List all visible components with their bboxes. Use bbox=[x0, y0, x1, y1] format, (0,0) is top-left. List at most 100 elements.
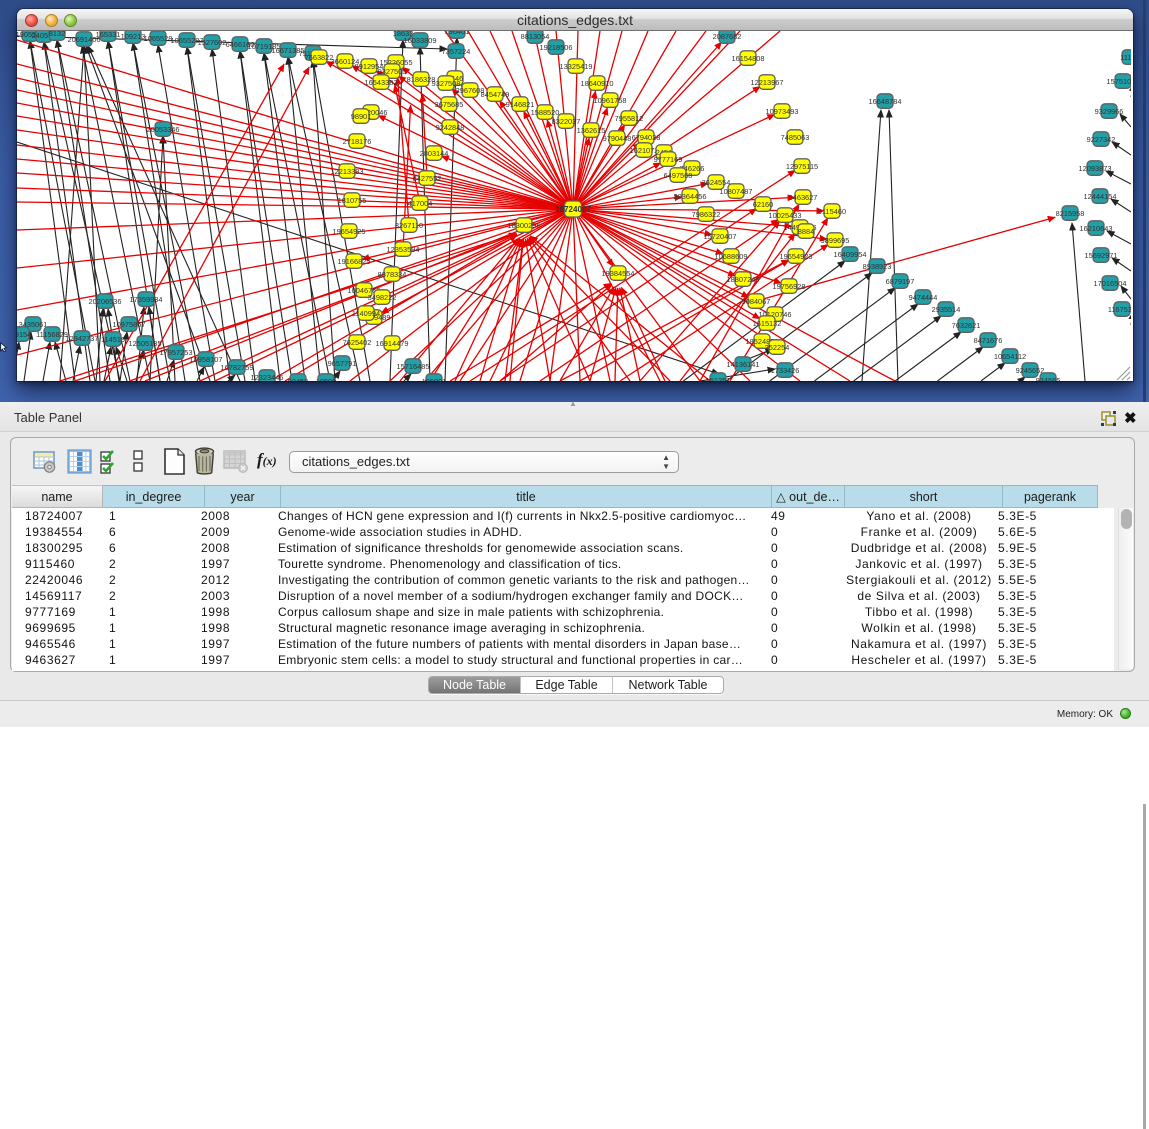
svg-text:10590: 10590 bbox=[316, 377, 337, 381]
svg-text:7357224: 7357224 bbox=[442, 47, 471, 56]
svg-text:7625402: 7625402 bbox=[343, 338, 372, 347]
svg-text:92450: 92450 bbox=[288, 377, 309, 381]
svg-text:10807487: 10807487 bbox=[720, 187, 753, 196]
svg-text:17016504: 17016504 bbox=[1094, 279, 1127, 288]
svg-text:16543382: 16543382 bbox=[365, 78, 398, 87]
svg-text:1615132: 1615132 bbox=[753, 319, 782, 328]
svg-text:3675685: 3675685 bbox=[435, 100, 464, 109]
svg-text:165331: 165331 bbox=[96, 31, 121, 39]
svg-text:12213967: 12213967 bbox=[751, 78, 784, 87]
svg-text:15720407: 15720407 bbox=[704, 232, 737, 241]
svg-text:16914479: 16914479 bbox=[376, 339, 409, 348]
svg-text:8427552: 8427552 bbox=[413, 174, 442, 183]
svg-text:9777169: 9777169 bbox=[654, 155, 683, 164]
svg-text:252254: 252254 bbox=[765, 343, 790, 352]
svg-text:10654112: 10654112 bbox=[994, 352, 1026, 361]
svg-text:8884: 8884 bbox=[798, 227, 814, 236]
svg-text:8878334: 8878334 bbox=[378, 270, 407, 279]
svg-text:2803144: 2803144 bbox=[420, 149, 449, 158]
svg-text:6794028: 6794028 bbox=[632, 133, 661, 142]
svg-text:12975115: 12975115 bbox=[786, 162, 818, 171]
svg-text:10688609: 10688609 bbox=[715, 252, 748, 261]
svg-text:12942737: 12942737 bbox=[66, 334, 99, 343]
svg-text:9242848: 9242848 bbox=[436, 123, 465, 132]
svg-text:924565: 924565 bbox=[1036, 376, 1061, 381]
svg-text:12505135: 12505135 bbox=[129, 339, 162, 348]
svg-text:8132: 8132 bbox=[49, 31, 65, 38]
svg-text:9115460: 9115460 bbox=[818, 207, 846, 216]
svg-text:18724007: 18724007 bbox=[555, 205, 591, 214]
svg-text:6879197: 6879197 bbox=[886, 277, 915, 286]
svg-text:9227342: 9227342 bbox=[1087, 135, 1116, 144]
svg-text:7632621: 7632621 bbox=[952, 321, 981, 330]
svg-text:9899695: 9899695 bbox=[821, 236, 850, 245]
svg-text:16648784: 16648784 bbox=[869, 97, 902, 106]
svg-text:7955812: 7955812 bbox=[615, 114, 644, 123]
svg-text:9474444: 9474444 bbox=[909, 293, 938, 302]
svg-text:16409954: 16409954 bbox=[834, 250, 867, 259]
svg-text:9657791: 9657791 bbox=[328, 359, 357, 368]
svg-text:11175: 11175 bbox=[1120, 53, 1131, 62]
svg-text:1733426: 1733426 bbox=[771, 366, 800, 375]
svg-text:15716485: 15716485 bbox=[397, 362, 430, 371]
svg-text:18640910: 18640910 bbox=[581, 79, 614, 88]
svg-text:151251: 151251 bbox=[706, 376, 731, 381]
svg-text:13325419: 13325419 bbox=[560, 62, 593, 71]
svg-text:10025433: 10025433 bbox=[769, 211, 802, 220]
svg-text:12323446: 12323446 bbox=[251, 373, 284, 381]
svg-text:16782759: 16782759 bbox=[221, 363, 254, 372]
svg-text:10973493: 10973493 bbox=[766, 107, 799, 116]
svg-text:7485063: 7485063 bbox=[781, 133, 810, 142]
svg-text:19384554: 19384554 bbox=[602, 269, 635, 278]
svg-text:114519: 114519 bbox=[101, 335, 125, 344]
svg-text:3498222: 3498222 bbox=[368, 293, 397, 302]
svg-text:17359934: 17359934 bbox=[130, 295, 163, 304]
svg-text:1140994: 1140994 bbox=[352, 309, 380, 318]
svg-text:19654923: 19654923 bbox=[780, 252, 813, 261]
svg-text:16210643: 16210643 bbox=[1080, 224, 1113, 233]
svg-text:10975867: 10975867 bbox=[113, 320, 146, 329]
svg-text:8813054: 8813054 bbox=[521, 32, 550, 41]
svg-text:12213383: 12213383 bbox=[331, 167, 364, 176]
svg-text:14136141: 14136141 bbox=[727, 360, 760, 369]
svg-text:105901: 105901 bbox=[422, 377, 447, 381]
svg-text:9245652: 9245652 bbox=[1016, 366, 1045, 375]
svg-text:19218506: 19218506 bbox=[540, 43, 573, 52]
svg-text:39154: 39154 bbox=[17, 330, 31, 339]
svg-text:1621072: 1621072 bbox=[630, 146, 659, 155]
svg-text:9084067: 9084067 bbox=[742, 297, 771, 306]
svg-text:8215958: 8215958 bbox=[1056, 209, 1085, 218]
svg-text:16154808: 16154808 bbox=[732, 54, 765, 63]
svg-text:12093873: 12093873 bbox=[1079, 164, 1112, 173]
svg-text:12444154: 12444154 bbox=[1084, 192, 1117, 201]
svg-text:8322037: 8322037 bbox=[552, 117, 581, 126]
svg-text:9463627: 9463627 bbox=[789, 193, 818, 202]
svg-text:11156829: 11156829 bbox=[36, 330, 68, 339]
svg-text:8454749: 8454749 bbox=[481, 90, 510, 99]
svg-text:2087682: 2087682 bbox=[713, 32, 742, 41]
svg-text:1167534: 1167534 bbox=[1108, 305, 1131, 314]
svg-text:15692971: 15692971 bbox=[1085, 251, 1118, 260]
svg-text:9790448: 9790448 bbox=[603, 134, 632, 143]
svg-text:1362615: 1362615 bbox=[577, 126, 606, 135]
svg-text:6497568: 6497568 bbox=[664, 171, 693, 180]
svg-text:7986322: 7986322 bbox=[692, 210, 721, 219]
svg-text:12353594: 12353594 bbox=[387, 245, 420, 254]
svg-text:8938923: 8938923 bbox=[863, 262, 892, 271]
svg-text:3267110: 3267110 bbox=[395, 221, 423, 230]
svg-text:1527602: 1527602 bbox=[198, 38, 227, 47]
svg-text:15751074: 15751074 bbox=[1107, 77, 1131, 86]
svg-text:2718176: 2718176 bbox=[343, 137, 372, 146]
svg-text:7663822: 7663822 bbox=[305, 53, 334, 62]
svg-text:10958107: 10958107 bbox=[190, 355, 223, 364]
svg-text:1065528: 1065528 bbox=[144, 34, 173, 43]
svg-text:9329966: 9329966 bbox=[1095, 107, 1124, 116]
svg-text:17957253: 17957253 bbox=[160, 348, 193, 357]
svg-text:2935514: 2935514 bbox=[932, 305, 961, 314]
svg-text:62160: 62160 bbox=[753, 200, 774, 209]
svg-text:19166825: 19166825 bbox=[338, 257, 371, 266]
svg-text:20364456: 20364456 bbox=[674, 192, 707, 201]
svg-text:109213: 109213 bbox=[121, 32, 146, 41]
svg-text:19756928: 19756928 bbox=[773, 282, 806, 291]
svg-text:20206536: 20206536 bbox=[89, 297, 122, 306]
